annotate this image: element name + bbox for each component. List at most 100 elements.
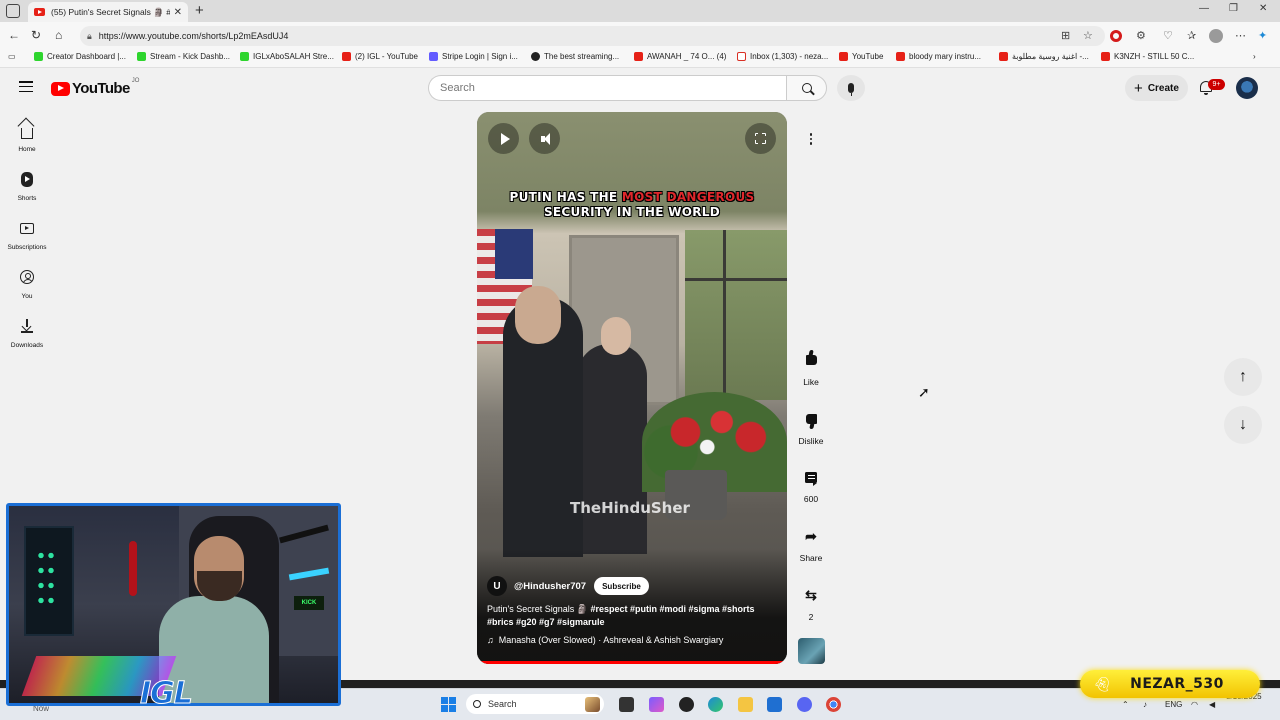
refresh-icon[interactable]: ↻	[31, 28, 41, 42]
tray-overflow-icon[interactable]: ⌃	[1122, 700, 1129, 709]
url-field[interactable]: 🔒︎ https://www.youtube.com/shorts/Lp2mEA…	[80, 26, 1105, 46]
shorts-icon	[21, 171, 33, 187]
youtube-masthead: YouTube JO + Create	[0, 68, 1280, 108]
bookmark-item[interactable]: AWANAH _ 74 O... (4)	[634, 52, 726, 61]
bookmark-item[interactable]: Stream - Kick Dashb...	[137, 52, 230, 61]
sidebar-item-downloads[interactable]: Downloads	[0, 316, 54, 349]
play-button[interactable]	[488, 123, 519, 154]
task-view-icon[interactable]	[619, 697, 634, 712]
back-icon[interactable]: ←	[8, 28, 20, 42]
sidebar-item-home[interactable]: Home	[0, 120, 54, 153]
remix-button[interactable]: ⇆ 2	[795, 580, 827, 623]
snapchat-ghost-icon: 👻︎	[1093, 675, 1111, 692]
share-button[interactable]: ➦ Share	[795, 521, 827, 564]
obs-icon[interactable]	[679, 697, 694, 712]
extensions-icon[interactable]: ⚙	[1136, 29, 1146, 42]
language-indicator[interactable]: ENG	[1165, 700, 1182, 709]
bookmarks-overflow-icon[interactable]: ›	[1253, 52, 1256, 61]
search-button[interactable]	[786, 75, 827, 101]
bookmark-item[interactable]: اغنية روسية مطلوبة -...	[999, 52, 1089, 61]
url-text: https://www.youtube.com/shorts/Lp2mEAsdU…	[98, 31, 289, 41]
browser-essentials-icon[interactable]: ♡	[1163, 29, 1173, 42]
video-caption: PUTIN HAS THE MOST DANGEROUS SECURITY IN…	[509, 190, 755, 219]
music-link[interactable]: ♫ Manasha (Over Slowed) · Ashreveal & As…	[487, 635, 723, 645]
chrome-icon[interactable]	[826, 697, 841, 712]
dislike-button[interactable]: Dislike	[795, 404, 827, 446]
bookmark-item[interactable]: Creator Dashboard |...	[34, 52, 126, 61]
video-progress-bar[interactable]	[477, 661, 784, 664]
windows-start-icon[interactable]	[441, 697, 456, 712]
home-browser-icon[interactable]: ⌂	[55, 28, 62, 42]
bookmark-item[interactable]: IGLxAboSALAH Stre...	[240, 52, 334, 61]
sidebar-item-shorts[interactable]: Shorts	[0, 169, 54, 202]
bookmark-item[interactable]: (2) IGL - YouTube	[342, 52, 418, 61]
dislike-label: Dislike	[798, 436, 824, 446]
sidebar-item-you[interactable]: You	[0, 267, 54, 300]
gmail-favicon-icon	[737, 52, 746, 61]
workspaces-icon[interactable]	[6, 4, 20, 18]
sidebar-item-label: Shorts	[17, 195, 37, 202]
shorts-player[interactable]: PUTIN HAS THE MOST DANGEROUS SECURITY IN…	[477, 112, 787, 664]
widgets-icon[interactable]	[585, 697, 600, 712]
bookmark-item[interactable]: YouTube	[839, 52, 883, 61]
browser-tab-active[interactable]: (55) Putin's Secret Signals 🗿 #re ✕	[28, 2, 188, 22]
create-button[interactable]: + Create	[1125, 75, 1188, 101]
favorite-star-icon[interactable]: ☆	[1083, 29, 1093, 42]
taskbar-search[interactable]: Search	[466, 694, 604, 714]
tray-microphone-icon[interactable]: ♪	[1143, 700, 1147, 709]
sound-thumbnail[interactable]	[798, 638, 825, 664]
sidebar-item-subscriptions[interactable]: Subscriptions	[0, 218, 54, 251]
account-avatar[interactable]	[1236, 77, 1258, 99]
streaming-favicon-icon	[531, 52, 540, 61]
youtube-logo[interactable]: YouTube JO	[51, 78, 139, 97]
youtube-favicon-icon	[342, 52, 351, 61]
minimize-button[interactable]: —	[1199, 3, 1209, 14]
bookmark-item[interactable]: bloody mary instru...	[896, 52, 981, 61]
bookmark-item[interactable]: Inbox (1,303) - neza...	[737, 52, 828, 61]
previous-short-button[interactable]: ↑	[1224, 358, 1262, 396]
like-button[interactable]: Like	[795, 345, 827, 387]
voice-search-button[interactable]	[837, 75, 865, 101]
more-actions-button[interactable]	[799, 127, 823, 151]
stripe-favicon-icon	[429, 52, 438, 61]
new-tab-button[interactable]: +	[195, 2, 204, 19]
notification-badge: 9+	[1208, 79, 1225, 90]
maximize-button[interactable]: ❐	[1229, 3, 1238, 14]
channel-name[interactable]: @Hindusher707	[514, 581, 586, 592]
video-title[interactable]: Putin's Secret Signals 🗿 #respect #putin…	[487, 603, 772, 629]
copilot-taskbar-icon[interactable]	[649, 697, 664, 712]
tab-close-icon[interactable]: ✕	[174, 7, 182, 18]
subscribe-button[interactable]: Subscribe	[594, 577, 649, 595]
speaker-icon[interactable]: ◀	[1209, 700, 1215, 709]
channel-avatar[interactable]: U	[487, 576, 507, 596]
like-label: Like	[803, 377, 819, 387]
channel-row: U @Hindusher707 Subscribe	[487, 576, 649, 596]
fullscreen-button[interactable]	[745, 123, 776, 154]
bookmark-item[interactable]: The best streaming...	[531, 52, 619, 61]
menu-icon[interactable]	[19, 81, 33, 93]
logo-text: YouTube	[72, 80, 130, 97]
file-explorer-icon[interactable]	[738, 697, 753, 712]
app-install-icon[interactable]: ⊞	[1061, 29, 1070, 42]
copilot-icon[interactable]: ✦	[1258, 29, 1267, 42]
volume-button[interactable]	[529, 123, 560, 154]
bookmark-item[interactable]: Stripe Login | Sign i...	[429, 52, 518, 61]
more-menu-icon[interactable]: ⋯	[1235, 29, 1246, 42]
profile-avatar-icon[interactable]	[1209, 29, 1223, 43]
favorites-icon[interactable]: ✰	[1187, 29, 1196, 42]
comments-button[interactable]: 600	[795, 462, 827, 504]
bookmarks-menu-icon[interactable]: ▭	[8, 52, 16, 61]
edge-icon[interactable]	[708, 697, 723, 712]
wifi-icon[interactable]: ◠	[1191, 700, 1198, 709]
search-input[interactable]	[440, 82, 786, 94]
close-window-button[interactable]: ✕	[1259, 3, 1267, 14]
store-icon[interactable]	[767, 697, 782, 712]
microphone-icon	[848, 83, 854, 96]
next-short-button[interactable]: ↓	[1224, 406, 1262, 444]
download-icon	[21, 319, 33, 333]
bookmark-item[interactable]: K3NZH - STILL 50 C...	[1101, 52, 1194, 61]
discord-icon[interactable]	[797, 697, 812, 712]
opera-extension-icon[interactable]	[1110, 30, 1122, 42]
music-title: Manasha (Over Slowed) · Ashreveal & Ashi…	[498, 635, 724, 645]
create-label: Create	[1147, 82, 1179, 94]
